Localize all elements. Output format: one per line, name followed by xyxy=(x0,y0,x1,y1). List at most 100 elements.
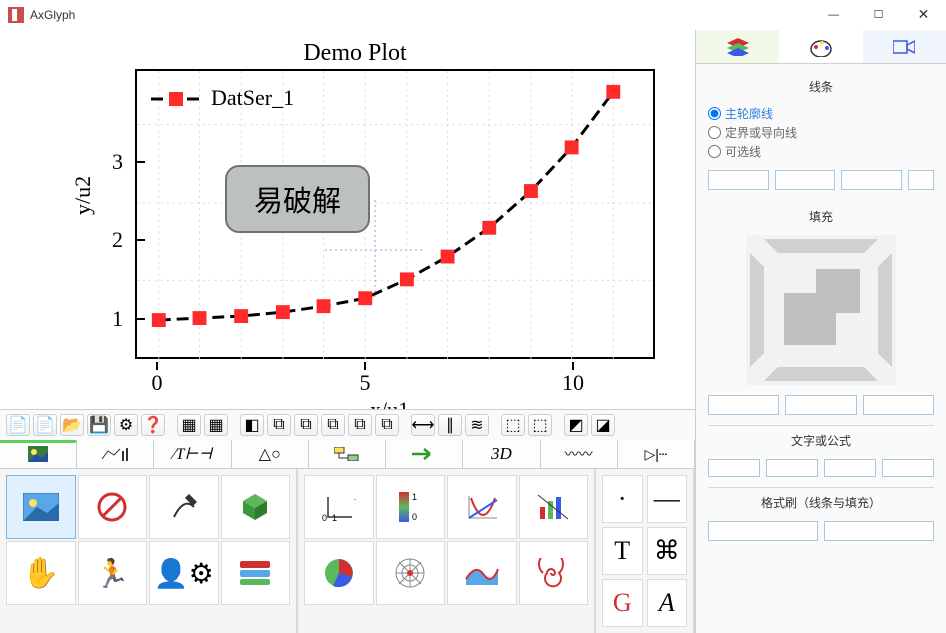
gal-hand[interactable]: ✋ xyxy=(6,541,76,605)
settings-button[interactable]: ⚙ xyxy=(114,414,138,436)
tab-arrow[interactable] xyxy=(386,440,463,468)
group-button[interactable]: ⬚ xyxy=(501,414,525,436)
plot-box: DatSer_1 xyxy=(135,69,655,359)
open-icon: 📂 xyxy=(62,415,82,435)
line-slot-4[interactable] xyxy=(908,170,934,190)
tab-flowchart[interactable] xyxy=(309,440,386,468)
fill-slot-2[interactable] xyxy=(785,395,856,415)
gal-pie[interactable] xyxy=(304,541,374,605)
gal-bar-series[interactable] xyxy=(519,475,589,539)
line-slot-2[interactable] xyxy=(775,170,836,190)
chart[interactable]: Demo Plot y/u2 1 2 3 xyxy=(25,40,685,409)
help-button[interactable]: ❓ xyxy=(141,414,165,436)
gal-text-tool[interactable]: T xyxy=(602,527,643,575)
gal-insert-image[interactable] xyxy=(6,475,76,539)
tab-shapes[interactable]: △○ xyxy=(232,440,309,468)
svg-text:1: 1 xyxy=(332,513,337,521)
align-bottom-button[interactable]: ⧉ xyxy=(375,414,399,436)
rotate-button-2[interactable]: ◪ xyxy=(591,414,615,436)
new-doc-button[interactable]: 📄 xyxy=(6,414,30,436)
distribute-v-button[interactable]: ∥ xyxy=(438,414,462,436)
distribute-space-button[interactable]: ≋ xyxy=(465,414,489,436)
text-slot-2[interactable] xyxy=(766,459,818,477)
tab-3d[interactable]: 3D xyxy=(463,440,540,468)
tab-image[interactable] xyxy=(0,440,77,468)
gal-boxed-text[interactable]: ⌘ xyxy=(647,527,688,575)
spiral-icon xyxy=(537,558,569,588)
svg-text:2: 2 xyxy=(112,227,123,252)
distribute-icon: ≋ xyxy=(470,415,483,435)
chart-title: Demo Plot xyxy=(25,40,685,67)
fill-slot-1[interactable] xyxy=(708,395,779,415)
gal-function-plot[interactable] xyxy=(447,475,517,539)
gal-guide-a[interactable]: A xyxy=(647,579,688,627)
align-left-button[interactable]: ◧ xyxy=(240,414,264,436)
x-ticks: 0 5 10 xyxy=(135,362,660,397)
gal-surface[interactable] xyxy=(447,541,517,605)
circuit-icon: ▷|┄ xyxy=(644,446,667,463)
colorbar-icon: 10 xyxy=(399,492,421,522)
fill-preview[interactable] xyxy=(746,235,896,385)
format-paint-title: 格式刷（线条与填充） xyxy=(708,494,934,511)
gal-cube[interactable] xyxy=(221,475,291,539)
rotate-button-1[interactable]: ◩ xyxy=(564,414,588,436)
help-icon: ❓ xyxy=(143,415,163,435)
align-mid-button[interactable]: ⧉ xyxy=(348,414,372,436)
line-slot-1[interactable] xyxy=(708,170,769,190)
hand-icon: ✋ xyxy=(22,556,59,591)
watermark-badge[interactable]: 易破解 xyxy=(225,165,370,233)
align-right-button[interactable]: ⧉ xyxy=(294,414,318,436)
canvas-area[interactable]: Demo Plot y/u2 1 2 3 xyxy=(0,30,695,409)
radio-optional-line[interactable]: 可选线 xyxy=(708,143,934,160)
distribute-h-button[interactable]: ⟷ xyxy=(411,414,435,436)
align-icon: ⧉ xyxy=(273,416,284,434)
gear-icon: ⚙ xyxy=(119,415,133,435)
copy-doc-button[interactable]: 📄 xyxy=(33,414,57,436)
tab-circuit[interactable]: ▷|┄ xyxy=(618,440,695,468)
text-slot-3[interactable] xyxy=(824,459,876,477)
cube-icon xyxy=(241,492,269,522)
gal-gear-head[interactable]: 👤⚙ xyxy=(149,541,219,605)
radio-boundary-line[interactable]: 定界或导向线 xyxy=(708,124,934,141)
grid-icon: ▦ xyxy=(208,415,223,435)
save-button[interactable]: 💾 xyxy=(87,414,111,436)
tab-text[interactable]: ∕T⊢⊣ xyxy=(154,440,231,468)
gal-run[interactable]: 🏃 xyxy=(78,541,148,605)
gal-list[interactable] xyxy=(221,541,291,605)
window-maximize-button[interactable]: ☐ xyxy=(856,0,901,30)
distribute-icon: ⟷ xyxy=(412,415,435,435)
side-tab-style[interactable] xyxy=(779,30,862,63)
gal-colorbar[interactable]: 10 xyxy=(376,475,446,539)
gal-pen[interactable] xyxy=(149,475,219,539)
gal-spiral[interactable] xyxy=(519,541,589,605)
text-slot-1[interactable] xyxy=(708,459,760,477)
image-icon xyxy=(28,446,48,462)
surface-icon xyxy=(464,559,500,587)
gal-no-image[interactable] xyxy=(78,475,148,539)
tab-chart[interactable] xyxy=(77,440,154,468)
side-tab-layers[interactable] xyxy=(696,30,779,63)
align-center-button[interactable]: ⧉ xyxy=(267,414,291,436)
side-tab-animate[interactable] xyxy=(863,30,946,63)
text-slot-4[interactable] xyxy=(882,459,934,477)
gal-guide-g[interactable]: G xyxy=(602,579,643,627)
format-slot-2[interactable] xyxy=(824,521,934,541)
window-minimize-button[interactable]: — xyxy=(811,0,856,30)
gal-axis[interactable]: 01→ xyxy=(304,475,374,539)
format-slot-1[interactable] xyxy=(708,521,818,541)
align-top-button[interactable]: ⧉ xyxy=(321,414,345,436)
ungroup-button[interactable]: ⬚ xyxy=(528,414,552,436)
radio-main-outline[interactable]: 主轮廓线 xyxy=(708,105,934,122)
gal-line[interactable]: — xyxy=(647,475,688,523)
line-slot-3[interactable] xyxy=(841,170,902,190)
gal-point[interactable]: · xyxy=(602,475,643,523)
snap-button-2[interactable]: ▦ xyxy=(204,414,228,436)
snap-button-1[interactable]: ▦ xyxy=(177,414,201,436)
tab-spring[interactable]: 〰〰 xyxy=(541,440,618,468)
format-paint-slots xyxy=(708,521,934,541)
no-image-icon xyxy=(95,492,129,522)
open-button[interactable]: 📂 xyxy=(60,414,84,436)
gal-radar[interactable] xyxy=(376,541,446,605)
window-close-button[interactable]: ✕ xyxy=(901,0,946,30)
fill-slot-3[interactable] xyxy=(863,395,934,415)
